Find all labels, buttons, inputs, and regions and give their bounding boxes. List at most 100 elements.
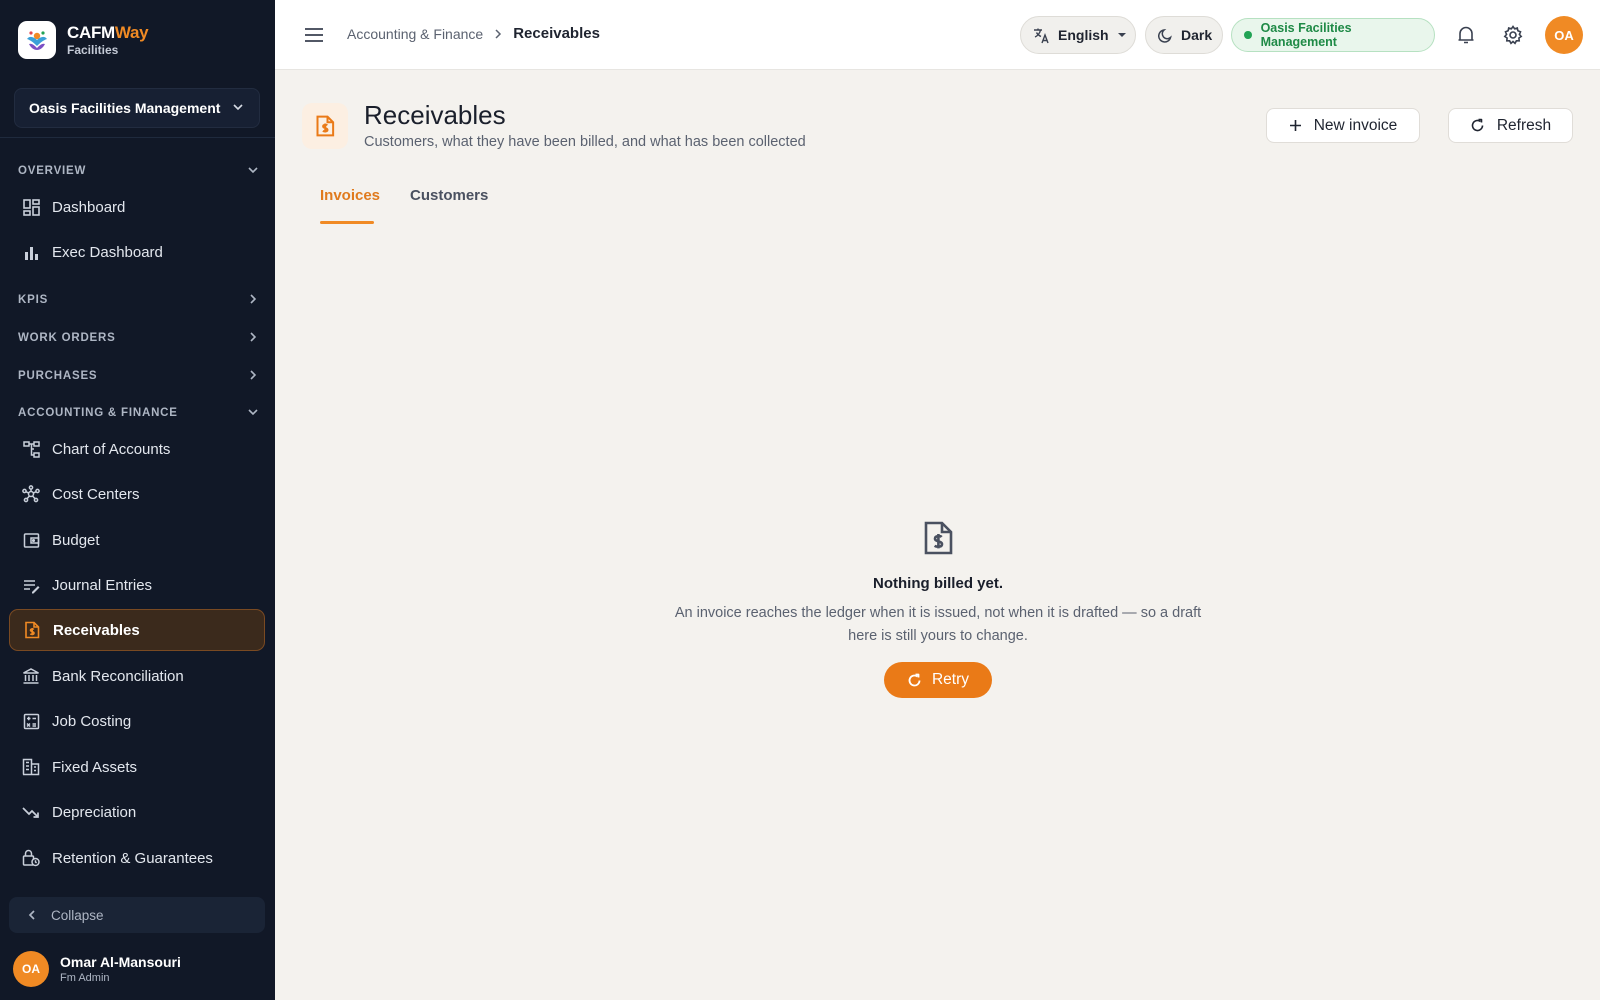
sidebar-item-label: Depreciation — [52, 803, 137, 821]
chevron-right-icon — [493, 28, 503, 40]
sidebar-item-depreciation[interactable]: Depreciation — [9, 791, 265, 833]
section-accounting-label: ACCOUNTING & FINANCE — [18, 407, 178, 419]
page-subtitle: Customers, what they have been billed, a… — [364, 134, 806, 150]
sidebar-item-label: Dashboard — [52, 198, 126, 216]
tab-customers[interactable]: Customers — [410, 187, 488, 204]
receivables-icon — [302, 103, 348, 149]
building-icon — [22, 758, 40, 776]
new-invoice-button[interactable]: New invoice — [1266, 108, 1420, 143]
refresh-label: Refresh — [1496, 116, 1552, 134]
chevron-left-icon — [25, 908, 39, 922]
org-selector[interactable]: Oasis Facilities Management — [14, 88, 260, 128]
language-label: English — [1058, 27, 1109, 43]
account-tree-icon — [22, 440, 40, 458]
section-work-orders-label: WORK ORDERS — [18, 332, 116, 344]
trending-down-icon — [22, 803, 40, 821]
org-status-badge[interactable]: Oasis Facilities Management — [1231, 18, 1435, 52]
plus-icon — [1289, 119, 1302, 132]
collapse-button[interactable]: Collapse — [9, 897, 265, 933]
sidebar-item-label: Exec Dashboard — [52, 243, 163, 261]
language-selector[interactable]: English — [1020, 16, 1136, 54]
sidebar-item-receivables[interactable]: Receivables — [9, 609, 265, 651]
sidebar-item-journal-entries[interactable]: Journal Entries — [9, 564, 265, 606]
sidebar-item-job-costing[interactable]: Job Costing — [9, 700, 265, 742]
bar-chart-icon — [22, 243, 40, 261]
sidebar-item-label: Fixed Assets — [52, 758, 138, 776]
topbar: Accounting & Finance Receivables English… — [275, 0, 1600, 70]
menu-icon[interactable] — [303, 24, 325, 46]
tab-invoices[interactable]: Invoices — [320, 187, 380, 204]
sidebar-item-chart-of-accounts[interactable]: Chart of Accounts — [9, 428, 265, 470]
section-kpis[interactable]: KPIS — [18, 290, 260, 310]
caret-down-icon — [1117, 32, 1127, 38]
refresh-icon — [907, 673, 922, 688]
theme-toggle[interactable]: Dark — [1145, 16, 1223, 54]
sidebar: CAFMWay Facilities Oasis Facilities Mana… — [0, 0, 275, 1000]
empty-state-description: An invoice reaches the ledger when it is… — [674, 605, 1202, 644]
chevron-right-icon — [246, 368, 260, 385]
status-dot-icon — [1244, 31, 1252, 39]
user-profile[interactable]: OA Omar Al-Mansouri Fm Admin — [13, 951, 181, 987]
sidebar-item-label: Bank Reconciliation — [52, 667, 184, 685]
breadcrumb-parent[interactable]: Accounting & Finance — [347, 26, 483, 42]
edit-note-icon — [22, 576, 40, 594]
calculate-icon — [22, 712, 40, 730]
user-name: Omar Al-Mansouri — [60, 953, 181, 970]
invoice-dollar-icon — [23, 621, 41, 639]
org-badge-label: Oasis Facilities Management — [1260, 21, 1352, 49]
bell-icon[interactable] — [1455, 24, 1477, 46]
brand[interactable]: CAFMWay Facilities — [18, 21, 149, 59]
theme-label: Dark — [1181, 27, 1213, 43]
chevron-down-icon — [231, 100, 245, 117]
section-purchases[interactable]: PURCHASES — [18, 366, 260, 386]
bank-icon — [22, 667, 40, 685]
wallet-icon — [22, 531, 40, 549]
section-accounting[interactable]: ACCOUNTING & FINANCE — [18, 403, 260, 423]
sidebar-item-cost-centers[interactable]: Cost Centers — [9, 473, 265, 515]
invoice-dollar-icon — [921, 518, 955, 558]
section-overview[interactable]: OVERVIEW — [18, 161, 260, 181]
brand-name: CAFMWay — [67, 23, 149, 42]
active-tab-indicator — [320, 221, 374, 224]
avatar[interactable]: OA — [1545, 16, 1583, 54]
retry-button[interactable]: Retry — [884, 662, 992, 698]
brand-subtitle: Facilities — [67, 43, 119, 57]
sidebar-item-label: Chart of Accounts — [52, 440, 171, 458]
empty-state-title: Nothing billed yet. — [873, 575, 1003, 592]
sidebar-item-bank-reconciliation[interactable]: Bank Reconciliation — [9, 655, 265, 697]
dashboard-icon — [22, 198, 40, 216]
sidebar-item-fixed-assets[interactable]: Fixed Assets — [9, 746, 265, 788]
sidebar-item-label: Journal Entries — [52, 576, 153, 594]
retry-label: Retry — [931, 671, 970, 688]
section-purchases-label: PURCHASES — [18, 370, 98, 382]
collapse-label: Collapse — [51, 907, 104, 923]
sidebar-item-retention[interactable]: Retention & Guarantees — [9, 837, 265, 879]
sidebar-item-dashboard[interactable]: Dashboard — [9, 186, 265, 228]
chevron-right-icon — [246, 292, 260, 309]
sidebar-item-exec-dashboard[interactable]: Exec Dashboard — [9, 231, 265, 273]
sidebar-item-label: Budget — [52, 531, 100, 549]
breadcrumb-current: Receivables — [513, 25, 600, 42]
new-invoice-label: New invoice — [1313, 116, 1398, 134]
brand-logo-icon — [18, 21, 56, 59]
hub-icon — [22, 485, 40, 503]
org-selector-label: Oasis Facilities Management — [29, 100, 221, 116]
refresh-button[interactable]: Refresh — [1448, 108, 1573, 143]
refresh-icon — [1470, 118, 1485, 133]
gear-icon[interactable] — [1502, 24, 1524, 46]
avatar: OA — [13, 951, 49, 987]
lock-clock-icon — [22, 849, 40, 867]
user-role: Fm Admin — [60, 971, 110, 984]
moon-icon — [1158, 28, 1173, 43]
sidebar-item-budget[interactable]: Budget — [9, 519, 265, 561]
sidebar-item-label: Retention & Guarantees — [52, 849, 213, 867]
breadcrumb: Accounting & Finance Receivables — [347, 25, 600, 42]
page-title: Receivables — [364, 100, 506, 130]
translate-icon — [1033, 27, 1050, 44]
sidebar-item-label: Job Costing — [52, 712, 132, 730]
section-kpis-label: KPIS — [18, 294, 49, 306]
sidebar-divider — [0, 137, 275, 138]
chevron-down-icon — [246, 405, 260, 422]
chevron-down-icon — [246, 163, 260, 180]
section-work-orders[interactable]: WORK ORDERS — [18, 328, 260, 348]
